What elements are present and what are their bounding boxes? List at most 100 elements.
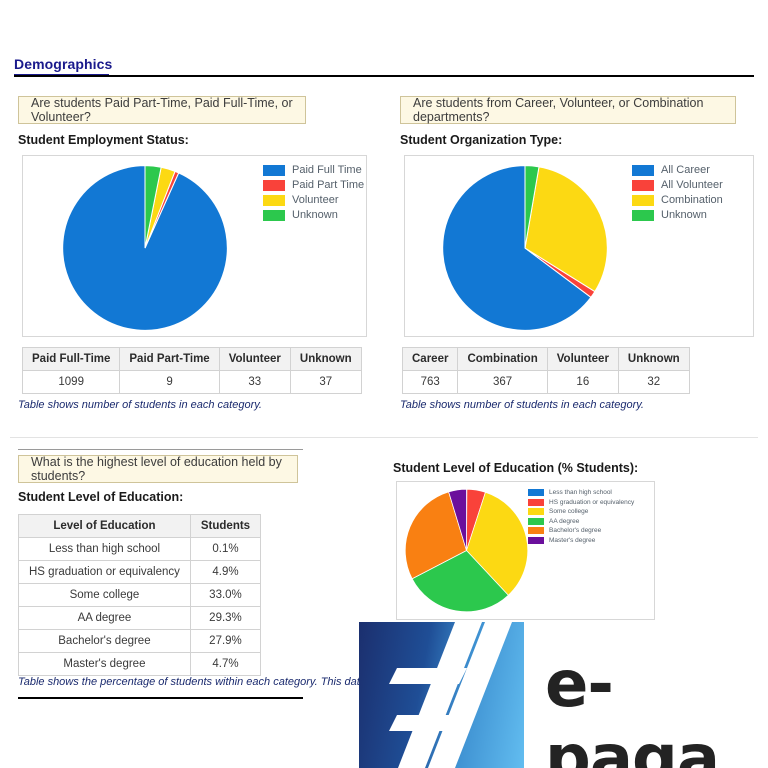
question-text: What is the highest level of education h…: [31, 455, 282, 483]
legend-swatch-icon: [263, 209, 285, 221]
legend-swatch-icon: [263, 194, 285, 206]
legend-item: Combination: [632, 194, 723, 206]
legend-item: Master's degree: [528, 536, 634, 544]
legend-label: All Career: [661, 164, 710, 176]
question-callout-organization: Are students from Career, Volunteer, or …: [400, 96, 736, 124]
table-cell: 9: [119, 370, 220, 394]
legend-label: Master's degree: [549, 536, 596, 544]
table-header-row: Paid Full-Time Paid Part-Time Volunteer …: [21, 347, 362, 371]
legend-item: Volunteer: [263, 194, 364, 206]
legend-education: Less than high school HS graduation or e…: [528, 489, 634, 546]
legend-item: Unknown: [632, 209, 723, 221]
table-row: 763 367 16 32: [401, 370, 690, 394]
legend-item: AA degree: [528, 517, 634, 525]
column-header: Students: [189, 514, 262, 538]
brand-wordmark: e-paga: [545, 648, 720, 768]
pie-svg-employment: [62, 165, 228, 331]
column-header: Volunteer: [218, 347, 291, 371]
chart-title-education: Student Level of Education:: [18, 490, 184, 504]
table-cell: 37: [289, 370, 362, 394]
legend-swatch-icon: [263, 179, 285, 191]
table-cell: HS graduation or equivalency: [18, 560, 191, 584]
bottom-divider: [18, 697, 303, 699]
page-title: Demographics: [14, 56, 113, 72]
column-header: Combination: [457, 347, 548, 371]
pie-svg-organization: [442, 165, 608, 331]
logo-mark-icon: [389, 622, 512, 768]
table-cell: 33: [218, 370, 291, 394]
table-cell: 4.7%: [189, 652, 262, 676]
chart-title-organization: Student Organization Type:: [400, 133, 563, 147]
chart-frame-education: Less than high school HS graduation or e…: [396, 481, 655, 620]
table-row: AA degree 29.3%: [18, 606, 262, 630]
column-header: Unknown: [289, 347, 362, 371]
table-cell: 27.9%: [189, 629, 262, 653]
legend-label: AA degree: [549, 517, 580, 525]
legend-label: Less than high school: [549, 489, 612, 496]
column-header: Volunteer: [546, 347, 619, 371]
table-cell: 33.0%: [189, 583, 262, 607]
legend-item: All Career: [632, 164, 723, 176]
caption-education: Table shows the percentage of students w…: [18, 676, 366, 688]
pie-svg-education: [404, 488, 529, 613]
table-cell: 4.9%: [189, 560, 262, 584]
question-callout-education: What is the highest level of education h…: [18, 455, 298, 483]
table-cell: 763: [401, 370, 459, 394]
pie-chart-organization: [441, 164, 609, 332]
table-header-row: Level of Education Students: [18, 514, 262, 538]
column-header: Unknown: [617, 347, 690, 371]
legend-swatch-icon: [528, 489, 544, 496]
legend-swatch-icon: [528, 508, 544, 515]
table-row: Less than high school 0.1%: [18, 537, 262, 561]
chart-frame-employment: Paid Full Time Paid Part Time Volunteer …: [22, 155, 367, 337]
table-row: Master's degree 4.7%: [18, 652, 262, 676]
table-employment: Paid Full-Time Paid Part-Time Volunteer …: [21, 347, 362, 394]
table-cell: 16: [546, 370, 619, 394]
table-cell: Some college: [18, 583, 191, 607]
legend-label: HS graduation or equivalency: [549, 498, 635, 506]
legend-label: Unknown: [292, 209, 338, 221]
column-header: Paid Part-Time: [119, 347, 220, 371]
pie-chart-employment: [61, 164, 229, 332]
table-row: Bachelor's degree 27.9%: [18, 629, 262, 653]
table-cell: 0.1%: [189, 537, 262, 561]
section-divider-accent: [18, 449, 303, 450]
legend-label: Paid Part Time: [292, 179, 365, 191]
question-callout-employment: Are students Paid Part-Time, Paid Full-T…: [18, 96, 306, 124]
header-divider: [14, 75, 754, 77]
legend-swatch-icon: [632, 194, 654, 206]
legend-label: Bachelor's degree: [549, 527, 602, 534]
table-cell: 367: [457, 370, 548, 394]
table-header-row: Career Combination Volunteer Unknown: [401, 347, 690, 371]
header-underline: [14, 74, 109, 75]
table-education: Level of Education Students Less than hi…: [18, 514, 262, 676]
legend-item: Paid Full Time: [263, 164, 364, 176]
legend-organization: All Career All Volunteer Combination Unk…: [632, 164, 723, 224]
chart-title-education-pie: Student Level of Education (% Students):: [393, 461, 639, 475]
legend-swatch-icon: [528, 527, 544, 534]
table-cell: Bachelor's degree: [18, 629, 191, 653]
legend-employment: Paid Full Time Paid Part Time Volunteer …: [263, 164, 364, 224]
legend-swatch-icon: [632, 179, 654, 191]
table-row: 1099 9 33 37: [21, 370, 362, 394]
table-cell: Less than high school: [18, 537, 191, 561]
legend-swatch-icon: [528, 498, 544, 506]
section-divider: [10, 437, 758, 438]
legend-item: Paid Part Time: [263, 179, 364, 191]
legend-item: Bachelor's degree: [528, 527, 634, 534]
column-header: Paid Full-Time: [21, 347, 121, 371]
table-organization: Career Combination Volunteer Unknown 763…: [401, 347, 690, 394]
table-cell: AA degree: [18, 606, 191, 630]
table-cell: 32: [617, 370, 690, 394]
legend-swatch-icon: [263, 164, 285, 176]
table-cell: 1099: [21, 370, 121, 394]
table-row: HS graduation or equivalency 4.9%: [18, 560, 262, 584]
legend-label: Paid Full Time: [292, 164, 362, 176]
chart-title-employment: Student Employment Status:: [18, 133, 189, 147]
column-header: Level of Education: [18, 514, 191, 538]
chart-frame-organization: All Career All Volunteer Combination Unk…: [404, 155, 754, 337]
table-row: Some college 33.0%: [18, 583, 262, 607]
legend-label: Volunteer: [292, 194, 339, 206]
legend-label: All Volunteer: [661, 179, 723, 191]
legend-swatch-icon: [528, 536, 544, 544]
